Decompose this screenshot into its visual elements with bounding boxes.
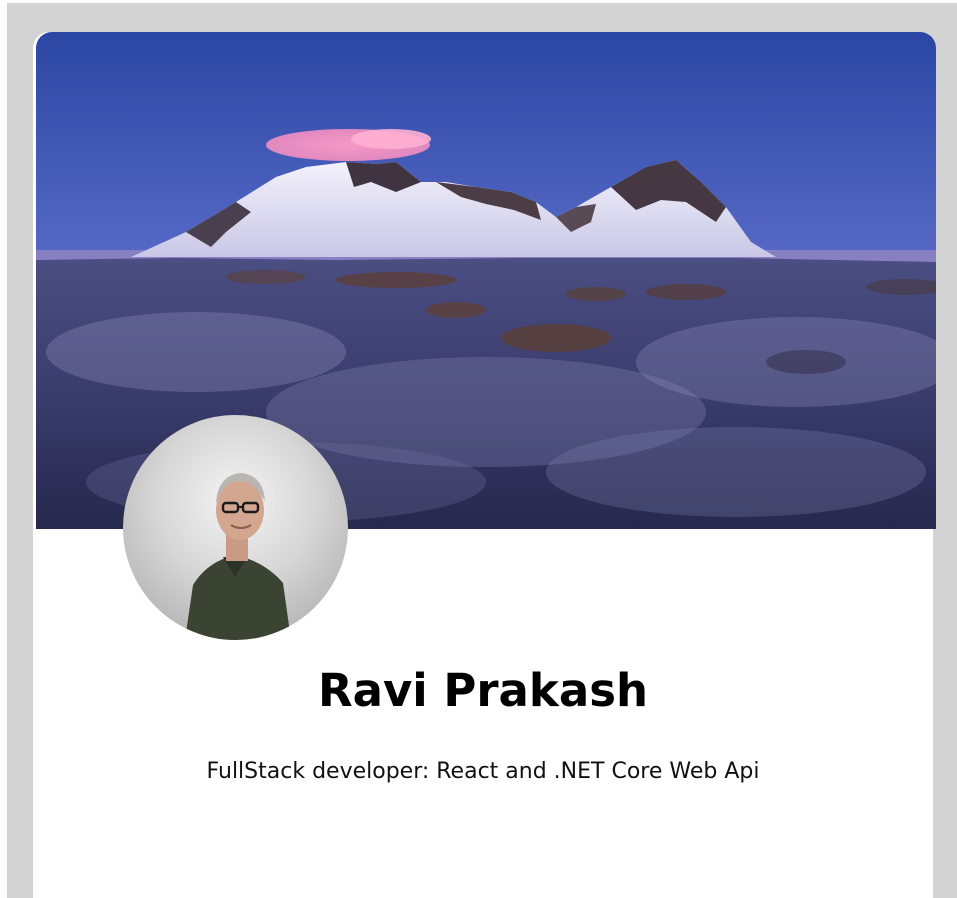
page: Ravi Prakash FullStack developer: React … [0, 0, 957, 898]
avatar[interactable] [123, 415, 348, 640]
profile-bio: FullStack developer: React and .NET Core… [206, 759, 760, 784]
person-photo [185, 473, 291, 640]
profile-name: Ravi Prakash [317, 664, 649, 717]
